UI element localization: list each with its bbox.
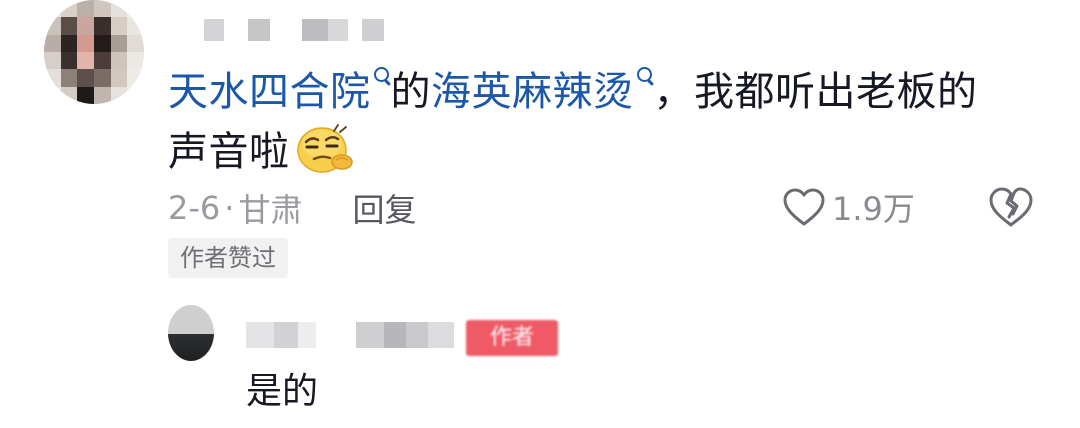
search-icon[interactable] <box>636 66 654 86</box>
heart-outline-icon <box>783 188 825 226</box>
like-button[interactable]: 1.9万 <box>782 184 915 230</box>
reply-button[interactable]: 回复 <box>352 185 416 231</box>
sly-smirk-emoji-icon <box>296 124 353 173</box>
avatar[interactable] <box>44 0 144 104</box>
author-badge: 作者 <box>466 320 558 356</box>
comment-date: 2-6 <box>168 189 221 227</box>
search-link-location[interactable]: 天水四合院 <box>168 66 391 115</box>
reply-text: 是的 <box>246 371 319 412</box>
author-liked-badge: 作者赞过 <box>168 238 288 278</box>
broken-heart-icon[interactable] <box>988 186 1034 228</box>
reply-username[interactable] <box>246 318 456 352</box>
search-link-shop[interactable]: 海英麻辣烫 <box>431 66 654 115</box>
comment-text: 天水四合院 的海英麻辣烫 ，我都听出老板的 声音啦 <box>168 62 1048 182</box>
like-count: 1.9万 <box>832 190 915 228</box>
comment-meta: 2-6 · 甘肃 回复 <box>168 186 416 230</box>
comment-username[interactable] <box>204 16 384 44</box>
avatar[interactable] <box>168 305 214 361</box>
comment-location: 甘肃 <box>238 191 303 229</box>
search-icon[interactable] <box>373 66 391 86</box>
meta-separator: · <box>224 189 235 227</box>
